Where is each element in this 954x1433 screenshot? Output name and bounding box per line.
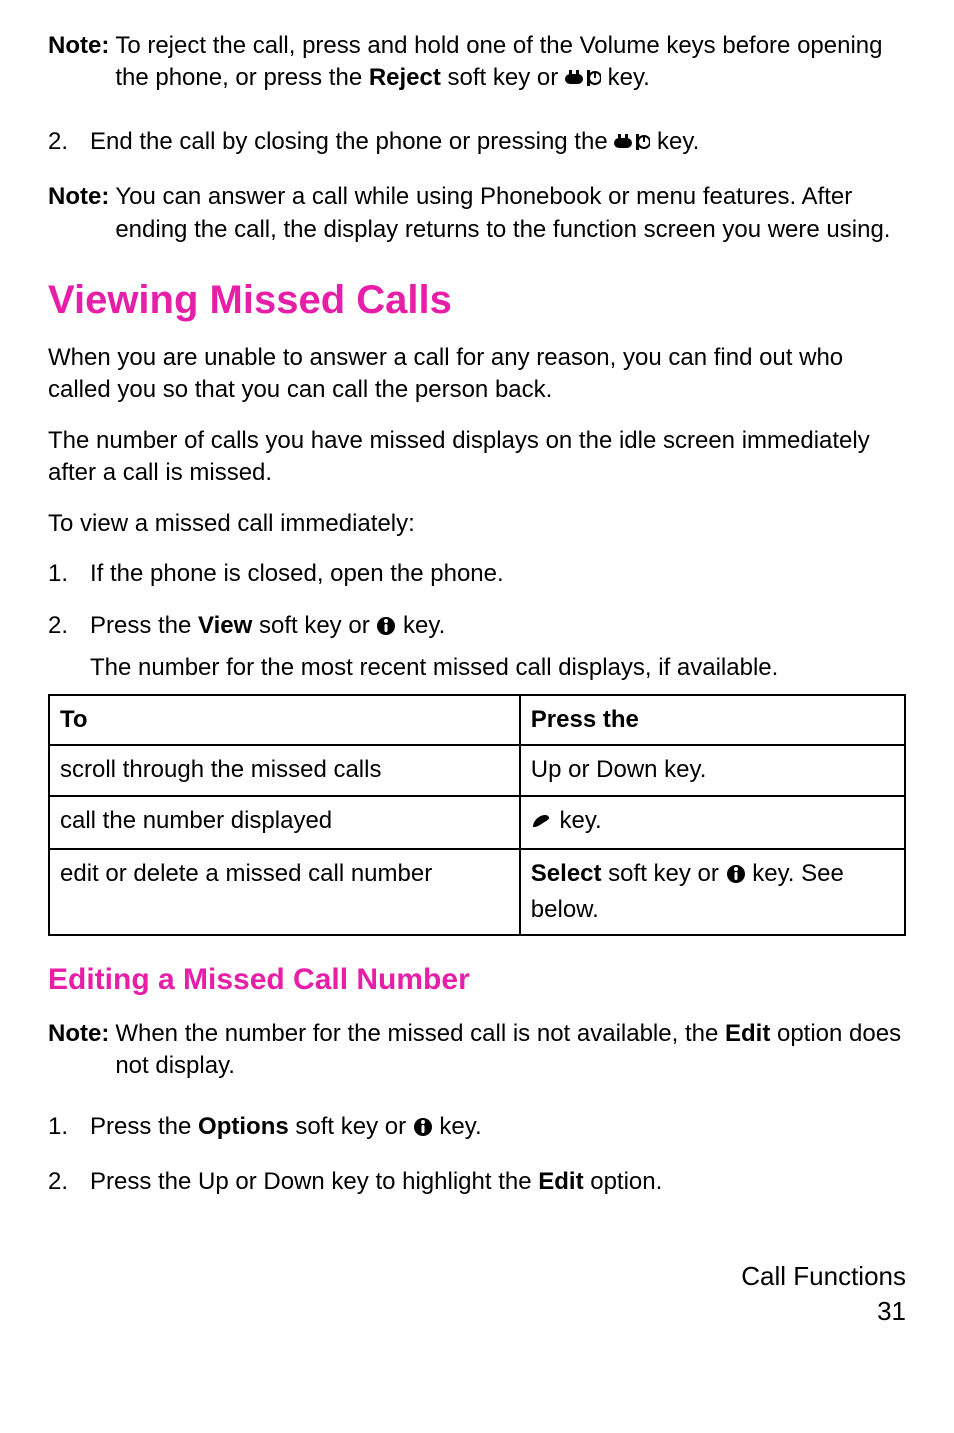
cell-press: Up or Down key. — [520, 745, 905, 795]
cell-to: scroll through the missed calls — [49, 745, 520, 795]
send-key-icon — [531, 808, 553, 840]
cell-to: call the number displayed — [49, 796, 520, 849]
options-softkey-name: Options — [198, 1113, 289, 1140]
note-text: You can answer a call while using Phoneb… — [115, 181, 906, 246]
reject-softkey-name: Reject — [369, 64, 441, 91]
step-open-phone: 1. If the phone is closed, open the phon… — [48, 558, 906, 590]
info-key-icon — [413, 1114, 433, 1146]
step-number: 1. — [48, 1111, 90, 1146]
info-key-icon — [376, 613, 396, 645]
step-text-part2: soft key or — [252, 612, 376, 639]
note-label: Note: — [48, 181, 109, 246]
step-text-part: Press the — [90, 612, 198, 639]
cell-press-mid: soft key or — [602, 860, 726, 887]
table-row: call the number displayed key. — [49, 796, 905, 849]
step-text-part3: key. — [396, 612, 445, 639]
edit-step-2: 2. Press the Up or Down key to highlight… — [48, 1166, 906, 1198]
note-label: Note: — [48, 1018, 109, 1083]
cell-press: Select soft key or key. See below. — [520, 849, 905, 935]
step-text-part2: soft key or — [289, 1113, 413, 1140]
cell-to: edit or delete a missed call number — [49, 849, 520, 935]
step-text-part2: key. — [650, 128, 699, 155]
footer-section: Call Functions — [48, 1259, 906, 1294]
view-softkey-name: View — [198, 612, 252, 639]
heading-viewing-missed-calls: Viewing Missed Calls — [48, 276, 906, 324]
note-text-part2: soft key or — [441, 64, 565, 91]
note-text: To reject the call, press and hold one o… — [115, 30, 906, 98]
table-row: edit or delete a missed call number Sele… — [49, 849, 905, 935]
note-reject: Note: To reject the call, press and hold… — [48, 30, 906, 98]
end-key-icon — [614, 129, 650, 161]
step-text: Press the Up or Down key to highlight th… — [90, 1166, 906, 1198]
step-number: 2. — [48, 610, 90, 645]
step-text: End the call by closing the phone or pre… — [90, 126, 906, 161]
note-text: When the number for the missed call is n… — [115, 1018, 906, 1083]
note-text-part: When the number for the missed call is n… — [115, 1020, 725, 1047]
step-press-view: 2. Press the View soft key or key. — [48, 610, 906, 645]
step-text-part2: option. — [584, 1168, 663, 1195]
footer-page-number: 31 — [48, 1294, 906, 1329]
step-number: 2. — [48, 1166, 90, 1198]
heading-editing-missed-number: Editing a Missed Call Number — [48, 962, 906, 998]
edit-step-1: 1. Press the Options soft key or key. — [48, 1111, 906, 1146]
para-intro-1: When you are unable to answer a call for… — [48, 342, 906, 407]
para-intro-2: The number of calls you have missed disp… — [48, 425, 906, 490]
step-text-part: Press the Up or Down key to highlight th… — [90, 1168, 538, 1195]
step-number: 1. — [48, 558, 90, 590]
note-answer-during: Note: You can answer a call while using … — [48, 181, 906, 246]
edit-option-name: Edit — [725, 1020, 770, 1047]
step-text-part3: key. — [433, 1113, 482, 1140]
cell-press-text: key. — [553, 807, 602, 834]
select-softkey-name: Select — [531, 860, 602, 887]
cell-press: key. — [520, 796, 905, 849]
page-footer: Call Functions 31 — [48, 1259, 906, 1329]
step-2-sub: The number for the most recent missed ca… — [90, 652, 906, 684]
note-edit-option: Note: When the number for the missed cal… — [48, 1018, 906, 1083]
missed-call-actions-table: To Press the scroll through the missed c… — [48, 694, 906, 936]
step-end-call: 2. End the call by closing the phone or … — [48, 126, 906, 161]
end-key-icon — [565, 65, 601, 97]
table-head-press: Press the — [520, 695, 905, 745]
note-text-part3: key. — [601, 64, 650, 91]
step-text: Press the View soft key or key. — [90, 610, 906, 645]
table-head-to: To — [49, 695, 520, 745]
info-key-icon — [726, 861, 746, 893]
edit-option-name: Edit — [538, 1168, 583, 1195]
step-text-part: End the call by closing the phone or pre… — [90, 128, 614, 155]
step-text: Press the Options soft key or key. — [90, 1111, 906, 1146]
step-text-part: Press the — [90, 1113, 198, 1140]
step-text: If the phone is closed, open the phone. — [90, 558, 906, 590]
table-row: scroll through the missed calls Up or Do… — [49, 745, 905, 795]
note-label: Note: — [48, 30, 109, 98]
para-intro-3: To view a missed call immediately: — [48, 508, 906, 540]
step-number: 2. — [48, 126, 90, 161]
